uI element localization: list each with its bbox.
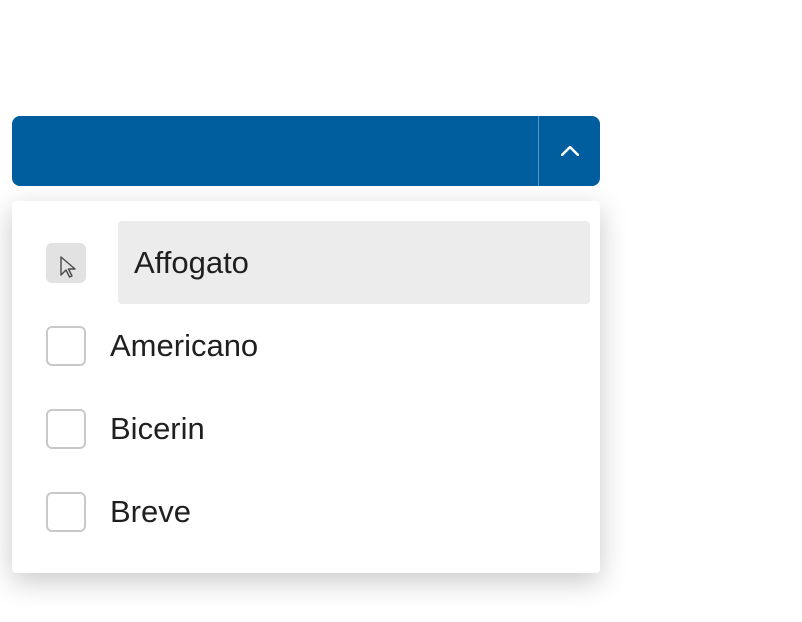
option-highlight: Affogato <box>118 221 590 304</box>
dropdown-panel: Affogato Americano Bicerin Breve <box>12 201 600 573</box>
dropdown-toggle[interactable] <box>12 116 600 186</box>
option-checkbox[interactable] <box>46 492 86 532</box>
multiselect-dropdown: Affogato Americano Bicerin Breve <box>12 116 600 573</box>
option-label: Americano <box>110 328 258 364</box>
option-checkbox[interactable] <box>46 409 86 449</box>
dropdown-selected-area <box>12 116 538 186</box>
dropdown-option[interactable]: Breve <box>22 470 590 553</box>
option-checkbox[interactable] <box>46 243 86 283</box>
dropdown-caret-area[interactable] <box>538 116 600 186</box>
option-label: Breve <box>110 494 191 530</box>
dropdown-option[interactable]: Affogato <box>22 221 590 304</box>
option-checkbox[interactable] <box>46 326 86 366</box>
dropdown-option[interactable]: Americano <box>22 304 590 387</box>
dropdown-option[interactable]: Bicerin <box>22 387 590 470</box>
options-list: Affogato Americano Bicerin Breve <box>22 221 590 553</box>
chevron-up-icon <box>561 146 579 156</box>
option-label: Affogato <box>134 245 249 281</box>
option-label: Bicerin <box>110 411 205 447</box>
